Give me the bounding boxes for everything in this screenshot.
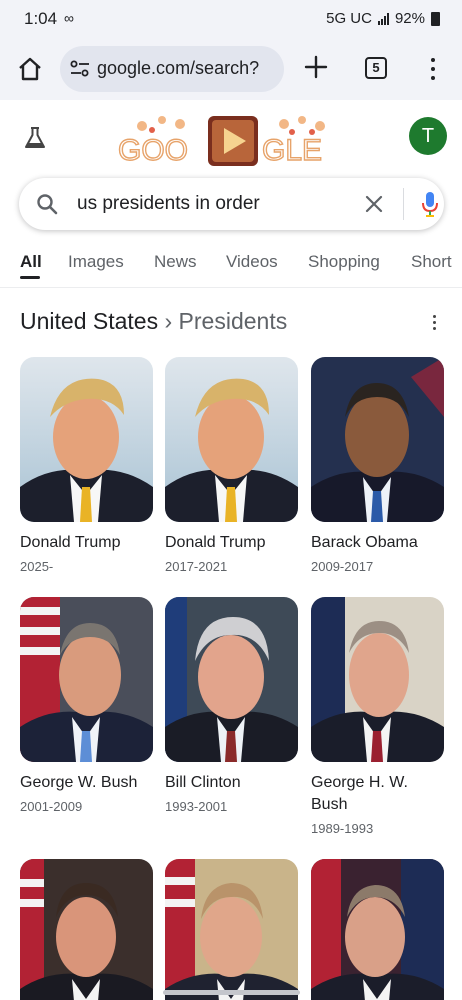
president-photo[interactable] [311, 597, 444, 762]
president-photo[interactable] [20, 597, 153, 762]
president-photo[interactable] [311, 859, 444, 1000]
carousel-menu-icon[interactable] [432, 315, 436, 331]
labs-flask-icon[interactable] [22, 125, 48, 151]
president-card[interactable]: Donald Trump 2025- [20, 357, 153, 574]
microphone-icon[interactable] [421, 190, 439, 218]
president-photo[interactable] [165, 597, 298, 762]
president-name[interactable]: Bill Clinton [165, 772, 298, 794]
president-card[interactable]: Barack Obama 2009-2017 [311, 357, 444, 574]
status-notification-icons: ∞ [64, 10, 75, 26]
network-label: 5G UC [326, 10, 372, 27]
search-divider [403, 188, 404, 220]
doodle-text-left: GOO [118, 134, 188, 167]
gesture-handle[interactable] [163, 990, 300, 995]
president-years: 2001-2009 [20, 799, 83, 814]
president-years: 2009-2017 [311, 559, 374, 574]
entity-name[interactable]: United States [20, 308, 158, 334]
president-years: 1993-2001 [165, 799, 228, 814]
president-photo[interactable] [165, 859, 298, 1000]
carousel-title[interactable]: United States › Presidents [20, 308, 287, 335]
president-photo[interactable] [20, 859, 153, 1000]
president-name[interactable]: George H. W. Bush [311, 772, 444, 816]
home-icon[interactable] [16, 55, 44, 83]
more-menu-icon[interactable] [430, 58, 436, 80]
president-name[interactable]: George W. Bush [20, 772, 153, 794]
browser-toolbar: google.com/search? 5 [0, 38, 462, 100]
category-name: Presidents [178, 308, 288, 334]
tab-images[interactable]: Images [68, 252, 124, 272]
account-avatar[interactable]: T [409, 117, 447, 155]
status-bar: 1:04 ∞ 5G UC 92% [0, 0, 462, 38]
tab-videos[interactable]: Videos [226, 252, 278, 272]
doodle-text-right: GLE [262, 134, 322, 167]
president-card[interactable] [165, 859, 298, 1000]
president-card[interactable] [20, 859, 153, 1000]
battery-percent: 92% [394, 10, 425, 27]
new-tab-plus-icon[interactable] [303, 54, 329, 80]
breadcrumb-separator: › [164, 308, 173, 334]
president-card[interactable]: Bill Clinton 1993-2001 [165, 597, 298, 814]
status-right-group: 5G UC 92% [326, 10, 440, 27]
president-years: 1989-1993 [311, 821, 374, 836]
president-name[interactable]: Donald Trump [20, 532, 153, 554]
tab-short[interactable]: Short [411, 252, 452, 272]
president-years: 2025- [20, 559, 54, 574]
address-bar[interactable]: google.com/search? [60, 46, 284, 92]
president-name[interactable]: Barack Obama [311, 532, 444, 554]
search-tabs: All Images News Videos Shopping Short [0, 246, 462, 288]
clear-icon[interactable] [363, 193, 385, 215]
active-tab-indicator [20, 276, 40, 279]
president-photo[interactable] [165, 357, 298, 522]
battery-icon [431, 11, 440, 26]
status-time: 1:04 [24, 9, 58, 28]
president-photo[interactable] [311, 357, 444, 522]
google-doodle[interactable]: GOO GLE [112, 110, 352, 172]
president-card[interactable]: Donald Trump 2017-2021 [165, 357, 298, 574]
tab-news[interactable]: News [154, 252, 197, 272]
search-input[interactable]: us presidents in order [77, 193, 260, 215]
president-card[interactable]: George H. W. Bush 1989-1993 [311, 597, 444, 836]
url-text[interactable]: google.com/search? [97, 58, 259, 79]
tab-shopping[interactable]: Shopping [308, 252, 380, 272]
president-years: 2017-2021 [165, 559, 228, 574]
president-photo[interactable] [20, 357, 153, 522]
search-box[interactable]: us presidents in order [19, 178, 444, 230]
president-card[interactable] [311, 859, 444, 1000]
site-settings-icon[interactable] [70, 60, 90, 78]
tab-switcher-icon[interactable]: 5 [365, 57, 387, 79]
tab-all[interactable]: All [20, 252, 42, 272]
president-card[interactable]: George W. Bush 2001-2009 [20, 597, 153, 814]
search-icon[interactable] [35, 192, 59, 216]
president-name[interactable]: Donald Trump [165, 532, 298, 554]
signal-icon [377, 12, 389, 25]
